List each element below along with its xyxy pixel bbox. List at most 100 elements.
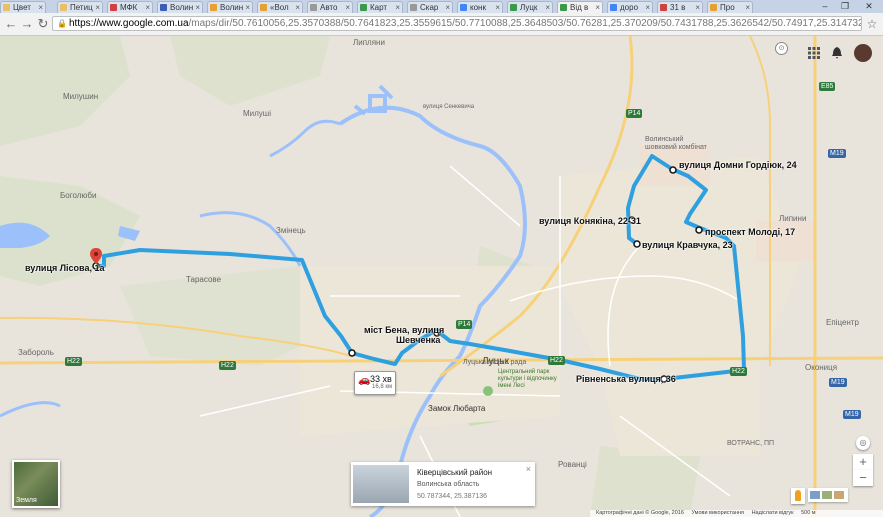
- street-view-pegman-icon[interactable]: [791, 488, 805, 504]
- bookmark-star-icon[interactable]: ☆: [864, 16, 880, 32]
- info-icon[interactable]: ⊙: [775, 42, 788, 55]
- tab-close-icon[interactable]: ×: [245, 2, 250, 13]
- road-shield: M19: [829, 378, 847, 387]
- browser-tab-active[interactable]: Від в ×: [557, 1, 603, 13]
- tab-close-icon[interactable]: ×: [145, 2, 150, 13]
- url-path: /maps/dir/50.7610056,25.3570388/50.76418…: [188, 18, 862, 29]
- browser-tab[interactable]: Авто ×: [307, 1, 353, 13]
- waypoint-label: проспект Молоді, 17: [705, 227, 796, 237]
- forward-arrow-icon[interactable]: →: [19, 16, 35, 32]
- browser-tab[interactable]: «Вол ×: [257, 1, 303, 13]
- place-label: Тарасове: [186, 275, 222, 284]
- tab-favicon-icon: [310, 4, 317, 11]
- terms-link[interactable]: Умови використання: [691, 510, 744, 516]
- travel-time: 33 хв: [370, 374, 392, 384]
- feedback-link[interactable]: Надіслати відгук: [752, 510, 794, 516]
- tab-close-icon[interactable]: ×: [395, 2, 400, 13]
- tab-close-icon[interactable]: ×: [745, 2, 750, 13]
- browser-tab[interactable]: 31 в ×: [657, 1, 703, 13]
- earth-view-toggle[interactable]: Земля: [12, 460, 60, 508]
- place-label: Луцька міська рада: [463, 359, 527, 366]
- place-label: Замок Любарта: [428, 404, 486, 413]
- place-card[interactable]: Ківерцівський район Волинська область 50…: [351, 462, 535, 506]
- waypoint-label: вулиця Кравчука, 23: [642, 240, 733, 250]
- minimize-icon[interactable]: –: [816, 0, 834, 12]
- scale-label: 500 м: [801, 510, 816, 516]
- apps-grid-icon[interactable]: [808, 47, 820, 59]
- park-label: Центральний парк культури і відпочинку і…: [498, 369, 557, 389]
- road-shield: H22: [548, 356, 565, 365]
- browser-tab[interactable]: Петиц ×: [57, 1, 103, 13]
- map-canvas[interactable]: ⊙ вулиця Лісова, 1а вулиця Конякіна, 22-…: [0, 36, 883, 517]
- place-label: Милушин: [63, 92, 99, 101]
- photo-thumb-icon[interactable]: [834, 491, 844, 499]
- zoom-out-button[interactable]: −: [853, 470, 873, 486]
- tab-close-icon[interactable]: ×: [495, 2, 500, 13]
- browser-tab[interactable]: Цвет ×: [0, 1, 46, 13]
- browser-tab[interactable]: Волин ×: [207, 1, 253, 13]
- tab-close-icon[interactable]: ×: [345, 2, 350, 13]
- browser-tab[interactable]: Карт ×: [357, 1, 403, 13]
- photo-thumb-icon[interactable]: [822, 491, 832, 499]
- tab-favicon-icon: [210, 4, 217, 11]
- road-shield: P14: [626, 109, 643, 118]
- tab-favicon-icon: [110, 4, 117, 11]
- close-window-icon[interactable]: ✕: [860, 0, 878, 12]
- tab-close-icon[interactable]: ×: [695, 2, 700, 13]
- map-footer: Картографічні дані © Google, 2016 Умови …: [590, 510, 883, 517]
- tab-close-icon[interactable]: ×: [545, 2, 550, 13]
- tab-close-icon[interactable]: ×: [445, 2, 450, 13]
- my-location-icon[interactable]: ◎: [856, 436, 870, 450]
- close-icon[interactable]: ×: [526, 464, 531, 474]
- lock-icon: 🔒: [57, 19, 67, 28]
- address-bar[interactable]: 🔒 https://www.google.com.ua/maps/dir/50.…: [52, 16, 862, 31]
- waypoint-label: міст Бена, вулиця: [364, 325, 445, 335]
- tab-close-icon[interactable]: ×: [595, 2, 600, 13]
- imagery-thumbnails[interactable]: [808, 488, 848, 502]
- browser-tab[interactable]: Про ×: [707, 1, 753, 13]
- tab-favicon-icon: [710, 4, 717, 11]
- tab-close-icon[interactable]: ×: [95, 2, 100, 13]
- road-shield: P14: [456, 320, 473, 329]
- place-label: Змінець: [276, 226, 306, 235]
- place-card-coords: 50.787344, 25.387136: [417, 493, 488, 500]
- road-shield: M19: [843, 410, 861, 419]
- account-avatar[interactable]: [854, 44, 872, 62]
- tab-strip: Цвет × Петиц × МФК × Волин × Волин × «Вол × Ав…: [0, 0, 883, 13]
- place-label: Волинський шовковий комбінат: [645, 136, 707, 151]
- reload-icon[interactable]: ↻: [35, 16, 51, 32]
- zoom-in-button[interactable]: +: [853, 454, 873, 470]
- tab-close-icon[interactable]: ×: [195, 2, 200, 13]
- photo-thumb-icon[interactable]: [810, 491, 820, 499]
- tab-close-icon[interactable]: ×: [38, 2, 43, 13]
- url-host: https://www.google.com.ua: [69, 18, 189, 29]
- road-shield: H22: [65, 357, 82, 366]
- waypoint-label: вулиця Конякіна, 22-31: [539, 216, 641, 226]
- tab-favicon-icon: [460, 4, 467, 11]
- place-label: Милуші: [243, 109, 271, 118]
- notifications-bell-icon[interactable]: [832, 47, 842, 59]
- place-card-region: Волинська область: [417, 481, 480, 488]
- new-tab-button[interactable]: [768, 0, 786, 12]
- road-shield: H22: [730, 367, 747, 376]
- browser-tab[interactable]: Скар ×: [407, 1, 453, 13]
- waypoint-label: Рівненська вулиця, 36: [576, 374, 676, 384]
- tab-favicon-icon: [560, 4, 567, 11]
- maximize-icon[interactable]: ❐: [836, 0, 854, 12]
- tab-close-icon[interactable]: ×: [295, 2, 300, 13]
- earth-label: Земля: [16, 497, 37, 504]
- browser-tab[interactable]: доро ×: [607, 1, 653, 13]
- browser-tab[interactable]: МФК ×: [107, 1, 153, 13]
- tab-close-icon[interactable]: ×: [645, 2, 650, 13]
- place-thumbnail[interactable]: [353, 465, 409, 503]
- place-card-name: Ківерцівський район: [417, 468, 493, 477]
- road-shield: M19: [828, 149, 846, 158]
- place-label: Липини: [779, 214, 807, 223]
- browser-tab[interactable]: конк ×: [457, 1, 503, 13]
- browser-tab[interactable]: Луцк ×: [507, 1, 553, 13]
- road-shield: E85: [819, 82, 836, 91]
- travel-time-box[interactable]: 🚗 33 хв 16,8 км: [354, 371, 396, 395]
- car-icon: 🚗: [358, 375, 371, 386]
- browser-tab[interactable]: Волин ×: [157, 1, 203, 13]
- back-arrow-icon[interactable]: ←: [3, 16, 19, 32]
